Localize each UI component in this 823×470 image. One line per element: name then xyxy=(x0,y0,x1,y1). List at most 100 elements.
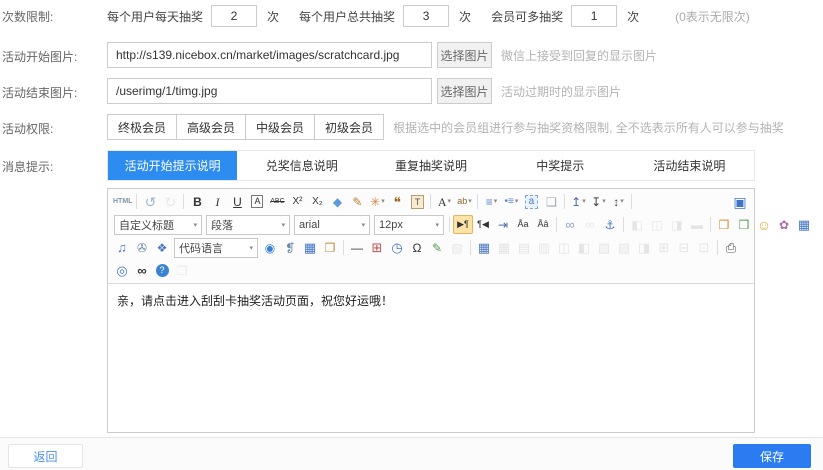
print-icon[interactable]: ⎙ xyxy=(721,238,741,257)
time-icon[interactable]: ◷ xyxy=(387,238,407,257)
back-button[interactable]: 返回 xyxy=(8,444,83,468)
daily-draw-limit-suffix: 次 xyxy=(267,8,279,25)
editor-toolbar-row: HTML ↺↻ BIUAABCX²X₂◆✎✳▾❝T A▾ab▾ ≡▾•≡▾a❏ ↥▾↧▾↕… xyxy=(108,190,754,213)
special-chars-icon[interactable]: Ω xyxy=(407,238,427,257)
message-tab[interactable]: 中奖提示 xyxy=(496,151,625,180)
insert-table-icon[interactable]: ▦ xyxy=(474,238,494,257)
help-icon[interactable]: ? xyxy=(152,261,172,280)
start-image-choose-button[interactable]: 选择图片 xyxy=(437,42,492,68)
scrawl-icon[interactable]: ✿ xyxy=(774,215,794,234)
start-image-hint: 微信上接受到回复的显示图片 xyxy=(501,47,657,64)
font-color-icon[interactable]: A▾ xyxy=(434,192,454,211)
start-image-input[interactable] xyxy=(107,42,432,68)
image-center-icon: ◫ xyxy=(647,215,667,234)
limits-row: 次数限制: 每个用户每天抽奖次每个用户总共抽奖次会员可多抽奖次(0表示无限次) xyxy=(0,4,823,28)
merge-cells-icon: ▧ xyxy=(594,238,614,257)
highlight-color-icon[interactable]: ab▾ xyxy=(454,192,474,211)
ltr-paragraph-icon[interactable]: ▶¶ xyxy=(453,215,473,234)
attachment-icon[interactable]: ✇ xyxy=(132,238,152,257)
font-size-select[interactable]: 12px▾ xyxy=(374,215,444,235)
message-tab[interactable]: 活动结束说明 xyxy=(625,151,754,180)
end-image-row: 活动结束图片: 选择图片 活动过期时的显示图片 xyxy=(0,78,823,104)
ordered-list-icon[interactable]: ≡▾ xyxy=(481,192,501,211)
message-tabs: 活动开始提示说明兑奖信息说明重复抽奖说明中奖提示活动结束说明 xyxy=(107,150,755,181)
delete-table-icon: ▦ xyxy=(494,238,514,257)
blockquote-icon[interactable]: ❝ xyxy=(387,192,407,211)
rtl-paragraph-icon[interactable]: ¶◀ xyxy=(473,215,493,234)
bordered-text-icon[interactable]: A xyxy=(247,192,267,211)
horizontal-rule-icon[interactable]: — xyxy=(347,238,367,257)
member-level-button[interactable]: 终极会员 xyxy=(107,114,177,140)
snapshot-icon[interactable]: ❐ xyxy=(320,238,340,257)
anchor-icon[interactable]: ⚓ xyxy=(600,215,620,234)
undo-icon[interactable]: ↺ xyxy=(140,192,160,211)
underline-icon[interactable]: U xyxy=(227,192,247,211)
fullscreen-icon[interactable]: ▣ xyxy=(730,192,750,211)
image-icon[interactable]: ❒ xyxy=(714,215,734,234)
source-code-icon[interactable]: HTML xyxy=(112,192,133,211)
member-level-button[interactable]: 初级会员 xyxy=(315,114,384,140)
bold-icon[interactable]: B xyxy=(187,192,207,211)
paste-plain-icon: ❐ xyxy=(172,261,192,280)
insert-image-icon[interactable]: ❒ xyxy=(734,215,754,234)
map-icon[interactable]: ◉ xyxy=(260,238,280,257)
message-tab[interactable]: 重复抽奖说明 xyxy=(366,151,495,180)
new-page-icon[interactable]: ❏ xyxy=(541,192,561,211)
redo-icon: ↻ xyxy=(160,192,180,211)
code-language-select[interactable]: 代码语言▾ xyxy=(174,238,258,258)
link-icon[interactable]: ∞ xyxy=(560,215,580,234)
member-extra-draw-limit-label: 会员可多抽奖 xyxy=(491,8,563,25)
search-replace-icon[interactable]: ∞ xyxy=(132,261,152,280)
end-image-content: 选择图片 活动过期时的显示图片 xyxy=(107,78,621,104)
pagebreak-icon[interactable]: ❡ xyxy=(280,238,300,257)
music-icon[interactable]: ♫ xyxy=(112,238,132,257)
end-image-input[interactable] xyxy=(107,78,432,104)
subscript-icon[interactable]: X₂ xyxy=(307,192,327,211)
permission-hint: 根据选中的会员组进行参与抽奖资格限制, 全不选表示所有人可以参与抽奖 xyxy=(393,119,784,136)
insert-page-icon[interactable]: ❖ xyxy=(152,238,172,257)
indent-icon[interactable]: ⇥ xyxy=(493,215,513,234)
paste-text-icon[interactable]: T xyxy=(407,192,427,211)
edit-image-icon[interactable]: ✎ xyxy=(427,238,447,257)
line-height-icon[interactable]: ↕▾ xyxy=(608,192,628,211)
preview-icon[interactable]: ◎ xyxy=(112,261,132,280)
background-icon: ▧ xyxy=(447,238,467,257)
image-left-icon: ◧ xyxy=(627,215,647,234)
font-family-select[interactable]: arial▾ xyxy=(294,215,370,235)
daily-draw-limit-input[interactable] xyxy=(211,5,257,27)
merge-right-icon: ◨ xyxy=(634,238,654,257)
custom-title-select[interactable]: 自定义标题▾ xyxy=(114,215,202,235)
indent-top-icon[interactable]: ↥▾ xyxy=(568,192,588,211)
scratch-card-activity-settings-page: 次数限制: 每个用户每天抽奖次每个用户总共抽奖次会员可多抽奖次(0表示无限次) … xyxy=(0,0,823,470)
unordered-list-icon[interactable]: •≡▾ xyxy=(501,192,521,211)
iframe-icon[interactable]: ▦ xyxy=(300,238,320,257)
limits-label: 次数限制: xyxy=(2,8,53,25)
paragraph-select[interactable]: 段落▾ xyxy=(206,215,290,235)
strikethrough-icon[interactable]: ABC xyxy=(267,192,287,211)
save-button[interactable]: 保存 xyxy=(733,444,811,468)
emotion-icon[interactable]: ☺ xyxy=(754,215,774,234)
toolbar-separator xyxy=(477,194,478,209)
paragraph-spacing-icon[interactable]: ↧▾ xyxy=(588,192,608,211)
auto-typeset-icon[interactable]: ✳▾ xyxy=(367,192,387,211)
anchor-text-icon[interactable]: a xyxy=(521,192,541,211)
end-image-label: 活动结束图片: xyxy=(2,84,77,101)
lowercase-icon[interactable]: Åâ xyxy=(533,215,553,234)
message-tab[interactable]: 兑奖信息说明 xyxy=(237,151,366,180)
message-tab[interactable]: 活动开始提示说明 xyxy=(108,151,237,180)
member-extra-draw-limit-input[interactable] xyxy=(571,5,617,27)
member-level-group: 终极会员高级会员中级会员初级会员 xyxy=(107,114,384,140)
uppercase-icon[interactable]: Åa xyxy=(513,215,533,234)
member-level-button[interactable]: 中级会员 xyxy=(246,114,315,140)
italic-icon[interactable]: I xyxy=(207,192,227,211)
superscript-icon[interactable]: X² xyxy=(287,192,307,211)
format-painter-icon[interactable]: ✎ xyxy=(347,192,367,211)
eraser-icon[interactable]: ◆ xyxy=(327,192,347,211)
editor-content[interactable]: 亲，请点击进入刮刮卡抽奖活动页面，祝您好运哦！ xyxy=(108,284,754,432)
total-draw-limit-input[interactable] xyxy=(403,5,449,27)
unlink-icon: ∞ xyxy=(580,215,600,234)
video-icon[interactable]: ▦ xyxy=(794,215,814,234)
member-level-button[interactable]: 高级会员 xyxy=(177,114,246,140)
end-image-choose-button[interactable]: 选择图片 xyxy=(437,78,492,104)
date-icon[interactable]: ⊞ xyxy=(367,238,387,257)
